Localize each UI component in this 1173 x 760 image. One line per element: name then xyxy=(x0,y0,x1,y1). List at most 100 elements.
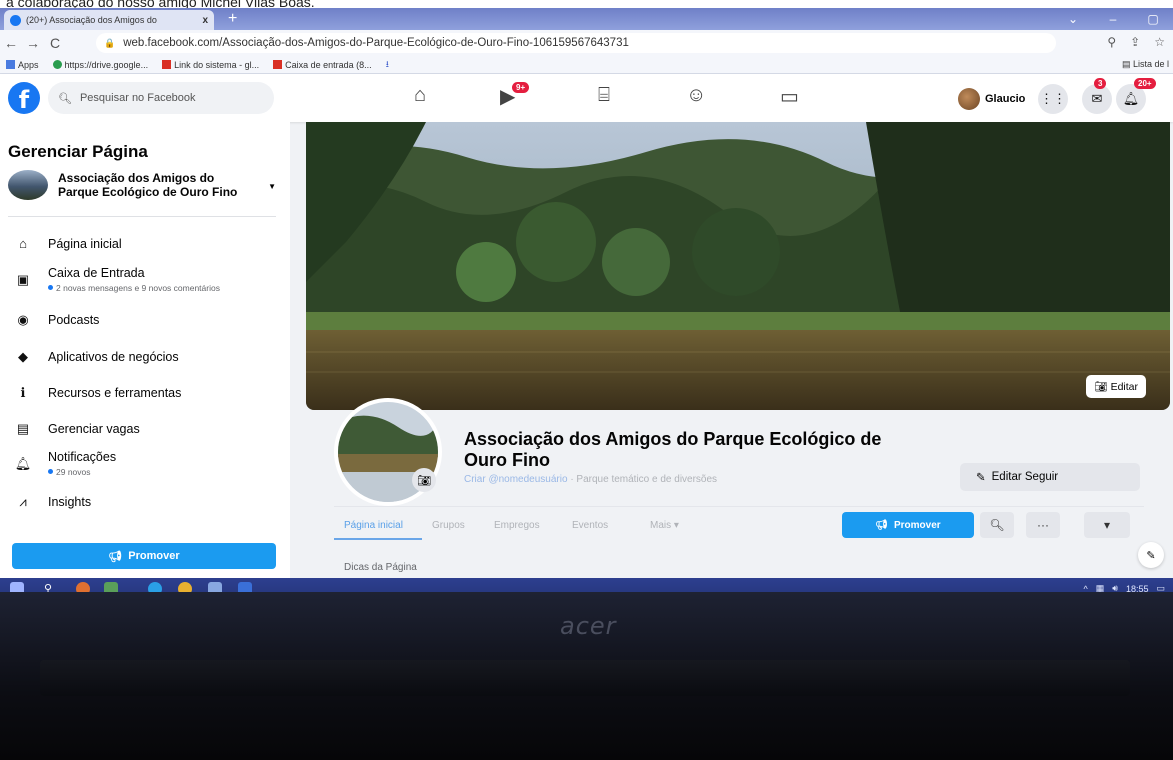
maximize-button[interactable]: ▢ xyxy=(1133,8,1173,30)
bookmark-gmail-inbox[interactable]: Caixa de entrada (8... xyxy=(273,59,372,70)
notifications-badge: 20+ xyxy=(1134,78,1156,89)
insights-chart-icon: ⩘ xyxy=(19,494,27,509)
gaming-icon[interactable]: ▭ xyxy=(780,84,799,109)
explorer-icon[interactable] xyxy=(208,582,222,592)
sidebar-item-resources[interactable]: ℹ Recursos e ferramentas xyxy=(12,385,182,401)
sidebar-promote-button[interactable]: 📢︎ Promover xyxy=(12,543,276,569)
gmail-icon xyxy=(162,59,172,69)
app-icon[interactable] xyxy=(104,582,118,592)
tab-close-icon[interactable]: x xyxy=(202,15,208,26)
compose-edit-icon[interactable]: ✎ xyxy=(1138,542,1164,568)
clock[interactable]: 18:55 xyxy=(1126,584,1149,593)
notifications-count: 29 novos xyxy=(48,467,91,477)
inbox-icon: ▣ xyxy=(16,272,30,287)
page-search-button[interactable]: 🔍︎ xyxy=(980,512,1014,538)
tab-home[interactable]: Página inicial xyxy=(344,520,403,531)
tab-jobs[interactable]: Empregos xyxy=(494,520,540,531)
page-meta: Criar @nomedeusuário · Parque temático e… xyxy=(464,474,717,485)
promote-button[interactable]: 📢︎ Promover xyxy=(842,512,974,538)
browser-tab[interactable]: (20+) Associação dos Amigos do x xyxy=(4,10,214,30)
new-tab-button[interactable]: + xyxy=(228,10,237,28)
share-icon[interactable]: ⇪ xyxy=(1130,35,1140,49)
edge-icon[interactable] xyxy=(148,582,162,592)
ellipsis-icon: ··· xyxy=(1037,518,1049,532)
tab-more[interactable]: Mais ▾ xyxy=(650,520,679,531)
lock-icon: 🔒 xyxy=(104,37,116,48)
app-icon[interactable] xyxy=(76,582,90,592)
page-avatar-switcher[interactable]: ▾ xyxy=(1084,512,1130,538)
bookmark-drive[interactable]: https://drive.google... xyxy=(52,59,148,70)
divider xyxy=(8,216,276,217)
sidebar-item-jobs[interactable]: ▤ Gerenciar vagas xyxy=(12,421,140,437)
home-icon[interactable]: ⌂ xyxy=(414,84,426,107)
tab-search-icon[interactable]: ⌄ xyxy=(1053,8,1093,30)
bookmark-gmail-system[interactable]: Link do sistema - gl... xyxy=(162,59,259,70)
url-bar[interactable]: 🔒 web.facebook.com/Associação-dos-Amigos… xyxy=(96,33,1056,53)
search-icon[interactable]: ⚲ xyxy=(44,582,58,592)
edit-follow-button[interactable]: ✎ Editar Seguir xyxy=(960,463,1140,491)
url-text: web.facebook.com/Associação-dos-Amigos-d… xyxy=(123,37,629,49)
sidebar-item-business-apps[interactable]: ◆ Aplicativos de negócios xyxy=(12,349,179,365)
inbox-summary: 2 novas mensagens e 9 novos comentários xyxy=(48,283,220,293)
photo-of-laptop-screen: a colaboração do nosso amigo Michel Vila… xyxy=(0,0,1173,760)
back-icon[interactable]: ← xyxy=(0,35,22,51)
facebook-top-bar: f 🔍︎ Pesquisar no Facebook ⌂ ▶ 9+ ⌸ ☺ ▭ … xyxy=(0,74,1173,122)
camera-icon: 📷︎ xyxy=(1094,381,1108,393)
laptop-brand-logo: acer xyxy=(560,612,617,640)
reload-icon[interactable]: C xyxy=(44,35,66,51)
zoom-icon[interactable]: ⚲ xyxy=(1107,35,1116,49)
sidebar-item-inbox[interactable]: ▣ Caixa de Entrada 2 novas mensagens e 9… xyxy=(12,266,220,294)
more-options-button[interactable]: ··· xyxy=(1026,512,1060,538)
megaphone-icon: 📢︎ xyxy=(108,550,123,563)
sidebar-item-home[interactable]: ⌂ Página inicial xyxy=(12,236,122,251)
network-icon[interactable]: ▦ xyxy=(1096,583,1105,592)
page-title: Associação dos Amigos do Parque Ecológic… xyxy=(464,429,882,470)
avatar xyxy=(958,88,980,110)
sidebar-item-notifications[interactable]: 🔔︎ Notificações 29 novos xyxy=(12,450,116,478)
bookmark-apps[interactable]: Apps xyxy=(6,59,39,70)
facebook-logo-icon[interactable]: f xyxy=(8,82,40,114)
volume-icon[interactable]: 🔊︎ xyxy=(1112,583,1118,592)
create-username-link[interactable]: Criar @nomedeusuário xyxy=(464,474,568,485)
divider xyxy=(334,506,1144,507)
reading-list[interactable]: ▤ Lista de l xyxy=(1122,59,1169,70)
system-tray: ^ ▦ 🔊︎ 18:55 ▭ xyxy=(1084,583,1165,592)
address-toolbar: ← → C 🔒 web.facebook.com/Associação-dos-… xyxy=(0,30,1173,56)
tab-groups[interactable]: Grupos xyxy=(432,520,465,531)
page-category: · Parque temático e de diversões xyxy=(570,474,718,485)
profile-shortcut[interactable]: Glaucio xyxy=(958,88,1025,110)
info-icon: ℹ xyxy=(20,385,26,400)
change-photo-camera-icon[interactable]: 📷︎ xyxy=(412,468,436,492)
menu-grid-icon[interactable]: ⋮⋮ xyxy=(1038,84,1068,114)
minimize-button[interactable]: – xyxy=(1093,8,1133,30)
drive-icon xyxy=(52,59,62,69)
browser-tab-bar: (20+) Associação dos Amigos do x + ⌄ – ▢ xyxy=(0,8,1173,30)
facebook-search-input[interactable]: 🔍︎ Pesquisar no Facebook xyxy=(48,82,274,114)
windows-taskbar: ⚲ ^ ▦ 🔊︎ 18:55 ▭ xyxy=(0,578,1173,592)
marketplace-icon[interactable]: ⌸ xyxy=(598,84,610,107)
edit-cover-button[interactable]: 📷︎ Editar xyxy=(1086,375,1146,398)
download-icon[interactable]: ⭳ xyxy=(386,57,389,73)
forward-icon[interactable]: → xyxy=(22,35,44,51)
start-icon[interactable] xyxy=(10,582,24,592)
word-icon[interactable] xyxy=(238,582,252,592)
chrome-icon[interactable] xyxy=(178,582,192,592)
toolbar-icons: ⚲ ⇪ ☆ xyxy=(1107,35,1165,49)
page-switcher[interactable]: Associação dos Amigos do Parque Ecológic… xyxy=(8,170,278,200)
notification-center-icon[interactable]: ▭ xyxy=(1156,583,1165,592)
page-thumbnail xyxy=(8,170,48,200)
chevron-up-icon[interactable]: ^ xyxy=(1084,584,1088,593)
home-icon: ⌂ xyxy=(19,236,27,251)
search-icon: 🔍︎ xyxy=(989,518,1005,532)
apps-grid-icon xyxy=(6,59,15,69)
cover-photo: 📷︎ Editar xyxy=(306,122,1170,410)
caret-down-icon: ▼ xyxy=(268,182,276,191)
active-tab-indicator xyxy=(334,538,422,540)
groups-icon[interactable]: ☺ xyxy=(686,84,706,107)
sidebar-item-insights[interactable]: ⩘ Insights xyxy=(12,494,91,510)
sidebar-item-podcasts[interactable]: ◉ Podcasts xyxy=(12,312,99,328)
star-icon[interactable]: ☆ xyxy=(1154,35,1165,49)
tab-events[interactable]: Eventos xyxy=(572,520,608,531)
user-name: Glaucio xyxy=(985,93,1026,105)
bookmarks-bar: Apps https://drive.google... Link do sis… xyxy=(0,56,1173,74)
